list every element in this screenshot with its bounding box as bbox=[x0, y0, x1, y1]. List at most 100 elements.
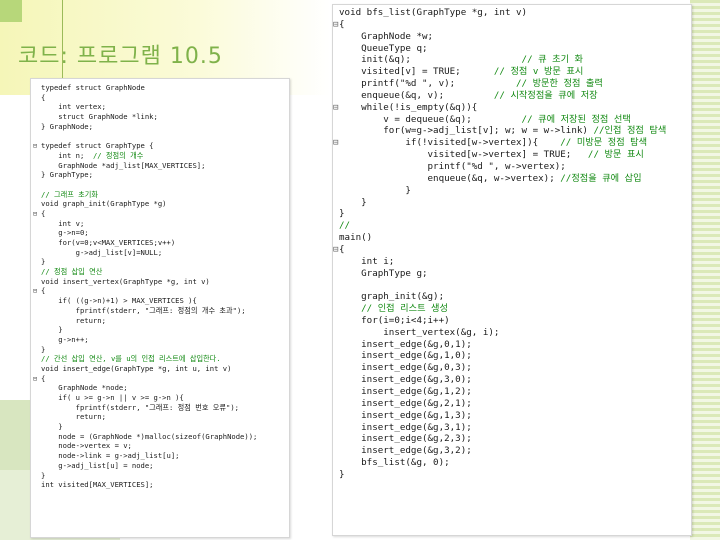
fold-marker-icon: ⊟ bbox=[32, 141, 38, 151]
code-line: visited[v] = TRUE; // 정점 v 방문 표시 bbox=[333, 66, 691, 78]
code-line: printf("%d ", w->vertex); bbox=[333, 161, 691, 173]
code-text: v = dequeue(&q); bbox=[339, 113, 522, 125]
code-comment: // 방문한 정점 출력 bbox=[516, 78, 603, 90]
code-text: { bbox=[41, 92, 46, 102]
code-text: typedef struct GraphType { bbox=[41, 141, 154, 151]
code-line: int i; bbox=[333, 256, 691, 268]
code-text: void bfs_list(GraphType *g, int v) bbox=[339, 7, 528, 18]
code-text: insert_edge(&g,3,2); bbox=[339, 445, 472, 457]
code-comment: // bbox=[339, 220, 351, 232]
code-line: graph_init(&g); bbox=[333, 291, 691, 303]
code-line: for(v=0;v<MAX_VERTICES;v++) bbox=[31, 238, 289, 248]
code-text: insert_edge(&g,0,1); bbox=[339, 338, 472, 350]
code-text: enqueue(&q, w->vertex); bbox=[339, 172, 561, 184]
code-text: } bbox=[41, 257, 46, 267]
code-line: } bbox=[31, 325, 289, 335]
code-text: QueueType q; bbox=[339, 42, 428, 54]
fold-marker-icon: ⊟ bbox=[32, 208, 38, 218]
code-comment: // 인접 리스트 생성 bbox=[361, 303, 448, 315]
code-line: } bbox=[31, 471, 289, 481]
code-text: insert_edge(&g,2,3); bbox=[339, 433, 472, 445]
code-line: typedef struct GraphNode bbox=[31, 83, 289, 93]
code-comment: // 큐에 저장된 정점 선택 bbox=[521, 113, 631, 125]
code-line: void insert_edge(GraphType *g, int u, in… bbox=[31, 364, 289, 374]
code-comment: // 미방문 정점 탐색 bbox=[560, 137, 648, 149]
code-text: int vertex; bbox=[41, 102, 106, 112]
code-text: return; bbox=[41, 315, 106, 325]
code-line: void insert_vertex(GraphType *g, int v) bbox=[31, 277, 289, 287]
code-text: } GraphType; bbox=[41, 170, 93, 180]
code-line: g->n++; bbox=[31, 335, 289, 345]
code-text: g->n++; bbox=[41, 334, 89, 344]
code-line: // 인접 리스트 생성 bbox=[333, 303, 691, 315]
code-listing-left: typedef struct GraphNode{ int vertex; st… bbox=[31, 79, 289, 490]
code-text: } bbox=[41, 325, 63, 335]
code-line: fprintf(stderr, "그래프: 정점 번호 오류"); bbox=[31, 403, 289, 413]
code-text: void graph_init(GraphType *g) bbox=[41, 199, 167, 209]
code-text: main() bbox=[339, 232, 373, 244]
code-line: insert_edge(&g,1,3); bbox=[333, 410, 691, 422]
fold-marker-icon: ⊟ bbox=[32, 286, 38, 296]
code-line: GraphNode *w; bbox=[333, 31, 691, 43]
code-line: printf("%d ", v); // 방문한 정점 출력 bbox=[333, 78, 691, 90]
code-text: } bbox=[41, 470, 46, 480]
fold-marker-icon: ⊟ bbox=[333, 18, 339, 30]
code-text: int v; bbox=[41, 218, 85, 228]
code-text: GraphNode *w; bbox=[339, 30, 434, 42]
code-line: // 정점 삽입 연산 bbox=[31, 267, 289, 277]
code-line: int visited[MAX_VERTICES]; bbox=[31, 480, 289, 490]
code-line: insert_edge(&g,0,3); bbox=[333, 362, 691, 374]
code-comment: // 큐 초기 화 bbox=[521, 54, 584, 66]
code-panel-left: typedef struct GraphNode{ int vertex; st… bbox=[30, 78, 290, 538]
code-text: void insert_edge(GraphType *g, int u, in… bbox=[41, 363, 232, 373]
code-line: ⊟{ bbox=[31, 286, 289, 296]
code-line: node = (GraphNode *)malloc(sizeof(GraphN… bbox=[31, 432, 289, 442]
code-line: void graph_init(GraphType *g) bbox=[31, 199, 289, 209]
code-listing-right: void bfs_list(GraphType *g, int v) ⊟{ Gra… bbox=[333, 5, 691, 481]
slide-title: 코드: 프로그램 10.5 bbox=[18, 44, 223, 69]
code-text: int i; bbox=[339, 255, 395, 267]
fold-marker-icon: ⊟ bbox=[32, 373, 38, 383]
code-line: } GraphNode; bbox=[31, 122, 289, 132]
code-line: enqueue(&q, w->vertex); //정점을 큐에 삽입 bbox=[333, 173, 691, 185]
code-text: GraphNode *adj_list[MAX_VERTICES]; bbox=[41, 160, 206, 170]
code-line: ⊟{ bbox=[333, 244, 691, 256]
code-line: insert_edge(&g,2,1); bbox=[333, 398, 691, 410]
code-line: insert_edge(&g,3,2); bbox=[333, 445, 691, 457]
code-line: insert_vertex(&g, i); bbox=[333, 327, 691, 339]
code-text: { bbox=[339, 243, 345, 255]
code-line: // 그래프 초기화 bbox=[31, 190, 289, 200]
code-line: if( u >= g->n || v >= g->n ){ bbox=[31, 393, 289, 403]
code-line: insert_edge(&g,3,1); bbox=[333, 422, 691, 434]
code-text: bfs_list(&g, 0); bbox=[339, 457, 450, 469]
code-text: insert_edge(&g,1,3); bbox=[339, 409, 472, 421]
code-text: { bbox=[41, 286, 46, 296]
code-text: insert_edge(&g,3,0); bbox=[339, 374, 472, 386]
code-text: node = (GraphNode *)malloc(sizeof(GraphN… bbox=[41, 431, 258, 441]
code-line: for(w=g->adj_list[v]; w; w = w->link) //… bbox=[333, 125, 691, 137]
code-line: int v; bbox=[31, 219, 289, 229]
code-line: main() bbox=[333, 232, 691, 244]
code-comment: // 방문 표시 bbox=[587, 149, 644, 161]
code-text: for(i=0;i<4;i++) bbox=[339, 314, 450, 326]
code-text: int visited[MAX_VERTICES]; bbox=[41, 480, 154, 490]
code-text: fprintf(stderr, "그래프: 정점의 개수 초과"); bbox=[41, 305, 246, 315]
code-text: return; bbox=[41, 412, 106, 422]
code-text: for(w=g->adj_list[v]; w; w = w->link) bbox=[339, 125, 594, 137]
code-line: node->vertex = v; bbox=[31, 441, 289, 451]
code-line: init(&q); // 큐 초기 화 bbox=[333, 54, 691, 66]
fold-marker-icon: ⊟ bbox=[333, 101, 339, 113]
code-comment: //정점을 큐에 삽입 bbox=[560, 172, 642, 184]
code-line: } bbox=[333, 469, 691, 481]
code-line: g->n=0; bbox=[31, 228, 289, 238]
code-line: GraphNode *node; bbox=[31, 383, 289, 393]
code-text: } bbox=[339, 208, 345, 220]
code-line: return; bbox=[31, 412, 289, 422]
code-line: int n; // 정점의 개수 bbox=[31, 151, 289, 161]
code-line: GraphType g; bbox=[333, 268, 691, 280]
code-line: } GraphType; bbox=[31, 170, 289, 180]
code-text: while(!is_empty(&q)){ bbox=[339, 101, 478, 113]
code-comment: // 정점 삽입 연산 bbox=[41, 267, 103, 277]
code-text: insert_edge(&g,1,0); bbox=[339, 350, 472, 362]
